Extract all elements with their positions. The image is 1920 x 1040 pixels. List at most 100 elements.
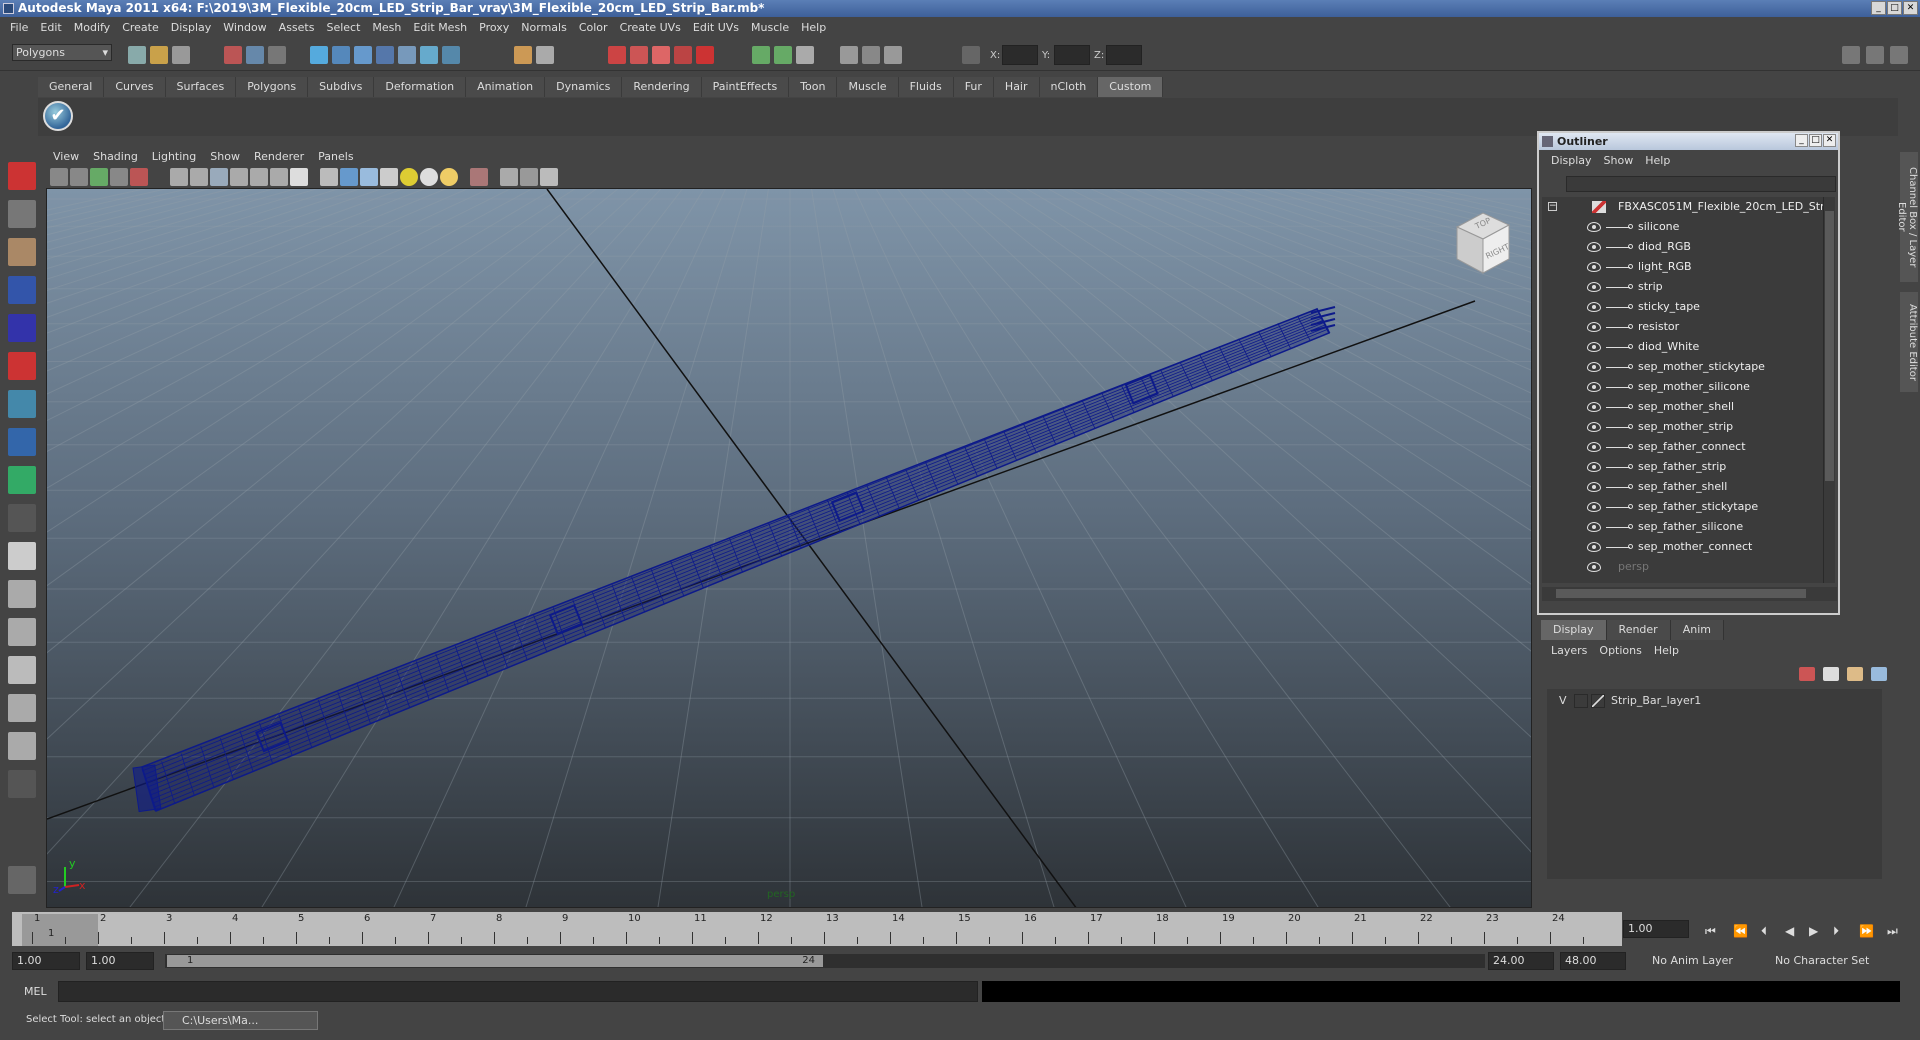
input-ops-icon[interactable] xyxy=(514,46,532,64)
xray-joints-icon[interactable] xyxy=(520,168,538,186)
render-view-icon[interactable] xyxy=(696,46,714,64)
shelf-tab-rendering[interactable]: Rendering xyxy=(622,77,702,97)
viewport-scene[interactable] xyxy=(47,189,1532,908)
outliner-item[interactable]: sep_mother_shell xyxy=(1542,397,1825,417)
animation-end-field[interactable]: 48.00 xyxy=(1560,952,1626,970)
shelf-tab-painteffects[interactable]: PaintEffects xyxy=(701,77,790,97)
shelf-tab-custom[interactable]: Custom xyxy=(1098,77,1164,97)
isolate-select-icon[interactable] xyxy=(470,168,488,186)
safe-action-icon[interactable] xyxy=(270,168,288,186)
grease-pencil-icon[interactable] xyxy=(130,168,148,186)
outliner-camera-item[interactable]: persp xyxy=(1542,557,1825,577)
shelf-tab-hair[interactable]: Hair xyxy=(993,77,1040,97)
outliner-item[interactable]: sep_father_stickytape xyxy=(1542,497,1825,517)
layer-menu-layers[interactable]: Layers xyxy=(1545,644,1593,657)
layer-menu-help[interactable]: Help xyxy=(1648,644,1685,657)
layout-icon[interactable] xyxy=(1842,46,1860,64)
go-to-start-button[interactable]: ⏮ xyxy=(1705,924,1716,939)
shelf-tab-muscle[interactable]: Muscle xyxy=(837,77,899,97)
shelf-tab-general[interactable]: General xyxy=(38,77,105,97)
shelf-tab-surfaces[interactable]: Surfaces xyxy=(165,77,237,97)
command-input[interactable] xyxy=(58,981,978,1002)
range-bar[interactable]: 1 24 xyxy=(165,954,1485,968)
render-current-frame-icon[interactable] xyxy=(608,46,626,64)
taskbar-script-editor[interactable]: C:\Users\Ma... xyxy=(163,1011,318,1030)
outliner-item[interactable]: sep_mother_connect xyxy=(1542,537,1825,557)
show-modeling-toolkit-icon[interactable] xyxy=(752,46,770,64)
layout-icon-2[interactable] xyxy=(1866,46,1884,64)
new-layer-selected-icon[interactable] xyxy=(1823,667,1839,681)
viewport-menu-shading[interactable]: Shading xyxy=(86,150,145,163)
field-chart-icon[interactable] xyxy=(250,168,268,186)
shelf-tab-ncloth[interactable]: nCloth xyxy=(1039,77,1099,97)
hypershade-icon[interactable] xyxy=(674,46,692,64)
select-hierarchy-icon[interactable] xyxy=(224,46,242,64)
snap-grid-icon[interactable] xyxy=(310,46,328,64)
outliner-menu-help[interactable]: Help xyxy=(1639,154,1676,167)
x-field[interactable] xyxy=(1002,45,1038,65)
menu-create[interactable]: Create xyxy=(116,21,165,34)
camera-bookmark-icon[interactable] xyxy=(70,168,88,186)
playback-start-field[interactable]: 1.00 xyxy=(86,952,154,970)
go-to-end-button[interactable]: ⏭ xyxy=(1887,924,1898,939)
move-tool-icon[interactable] xyxy=(8,276,36,304)
xray-icon[interactable] xyxy=(500,168,518,186)
menu-normals[interactable]: Normals xyxy=(515,21,573,34)
grid-toggle-icon[interactable] xyxy=(170,168,188,186)
viewport-menu-show[interactable]: Show xyxy=(203,150,247,163)
shelf-tab-fur[interactable]: Fur xyxy=(953,77,994,97)
y-field[interactable] xyxy=(1054,45,1090,65)
menu-select[interactable]: Select xyxy=(320,21,366,34)
show-attribute-editor-icon[interactable] xyxy=(774,46,792,64)
menu-help[interactable]: Help xyxy=(795,21,832,34)
shelf-tab-deformation[interactable]: Deformation xyxy=(374,77,467,97)
single-perspective-layout-icon[interactable] xyxy=(8,542,36,570)
menu-edit-mesh[interactable]: Edit Mesh xyxy=(407,21,473,34)
menu-edit-uvs[interactable]: Edit UVs xyxy=(687,21,745,34)
menu-window[interactable]: Window xyxy=(217,21,272,34)
viewport-menu-lighting[interactable]: Lighting xyxy=(145,150,203,163)
select-component-icon[interactable] xyxy=(268,46,286,64)
animation-start-field[interactable]: 1.00 xyxy=(12,952,80,970)
menu-mesh[interactable]: Mesh xyxy=(366,21,407,34)
lasso-tool-icon[interactable] xyxy=(8,200,36,228)
scale-tool-icon[interactable] xyxy=(8,352,36,380)
outliner-item[interactable]: sep_mother_silicone xyxy=(1542,377,1825,397)
layer-playback-toggle[interactable] xyxy=(1574,694,1588,708)
outliner-toggle-icon[interactable] xyxy=(884,46,902,64)
menu-create-uvs[interactable]: Create UVs xyxy=(614,21,687,34)
camera-attributes-icon[interactable] xyxy=(50,168,68,186)
step-back-key-button[interactable]: ⏪ xyxy=(1733,924,1748,938)
layer-visibility-toggle[interactable]: V xyxy=(1559,691,1567,711)
outliner-item[interactable]: diod_White xyxy=(1542,337,1825,357)
custom-shelf-check-icon[interactable]: ✔ xyxy=(43,101,73,131)
soft-mod-icon[interactable] xyxy=(8,428,36,456)
range-thumb[interactable]: 1 24 xyxy=(167,955,823,967)
channel-box-toggle-icon[interactable] xyxy=(840,46,858,64)
view-cube[interactable]: TOP RIGHT xyxy=(1447,209,1513,279)
shelf-tab-fluids[interactable]: Fluids xyxy=(898,77,954,97)
persp-graph-hypershade-layout-icon[interactable] xyxy=(8,732,36,760)
outliner-minimize-button[interactable]: _ xyxy=(1795,134,1808,147)
open-scene-icon[interactable] xyxy=(150,46,168,64)
outliner-item[interactable]: sep_father_strip xyxy=(1542,457,1825,477)
new-layer-icon[interactable] xyxy=(1799,667,1815,681)
shelf-tab-dynamics[interactable]: Dynamics xyxy=(545,77,623,97)
outliner-search-input[interactable] xyxy=(1566,176,1836,192)
outliner-collapse-toggle[interactable]: − xyxy=(1548,202,1557,211)
channel-box-tab[interactable]: Channel Box / Layer Editor xyxy=(1896,152,1918,282)
outliner-item[interactable]: silicone xyxy=(1542,217,1825,237)
layer-tab-display[interactable]: Display xyxy=(1541,620,1607,640)
outliner-item[interactable]: resistor xyxy=(1542,317,1825,337)
step-forward-frame-button[interactable]: ⏵ xyxy=(1833,924,1839,939)
menu-display[interactable]: Display xyxy=(165,21,218,34)
play-forwards-button[interactable]: ▶ xyxy=(1809,924,1818,938)
outliner-menu-display[interactable]: Display xyxy=(1545,154,1598,167)
snap-view-plane-icon[interactable] xyxy=(376,46,394,64)
paint-select-icon[interactable] xyxy=(8,238,36,266)
play-backwards-button[interactable]: ◀ xyxy=(1785,924,1794,938)
four-view-layout-icon[interactable] xyxy=(8,580,36,608)
step-back-frame-button[interactable]: ⏴ xyxy=(1761,924,1767,939)
viewport-menu-renderer[interactable]: Renderer xyxy=(247,150,311,163)
shelf-tab-polygons[interactable]: Polygons xyxy=(236,77,309,97)
